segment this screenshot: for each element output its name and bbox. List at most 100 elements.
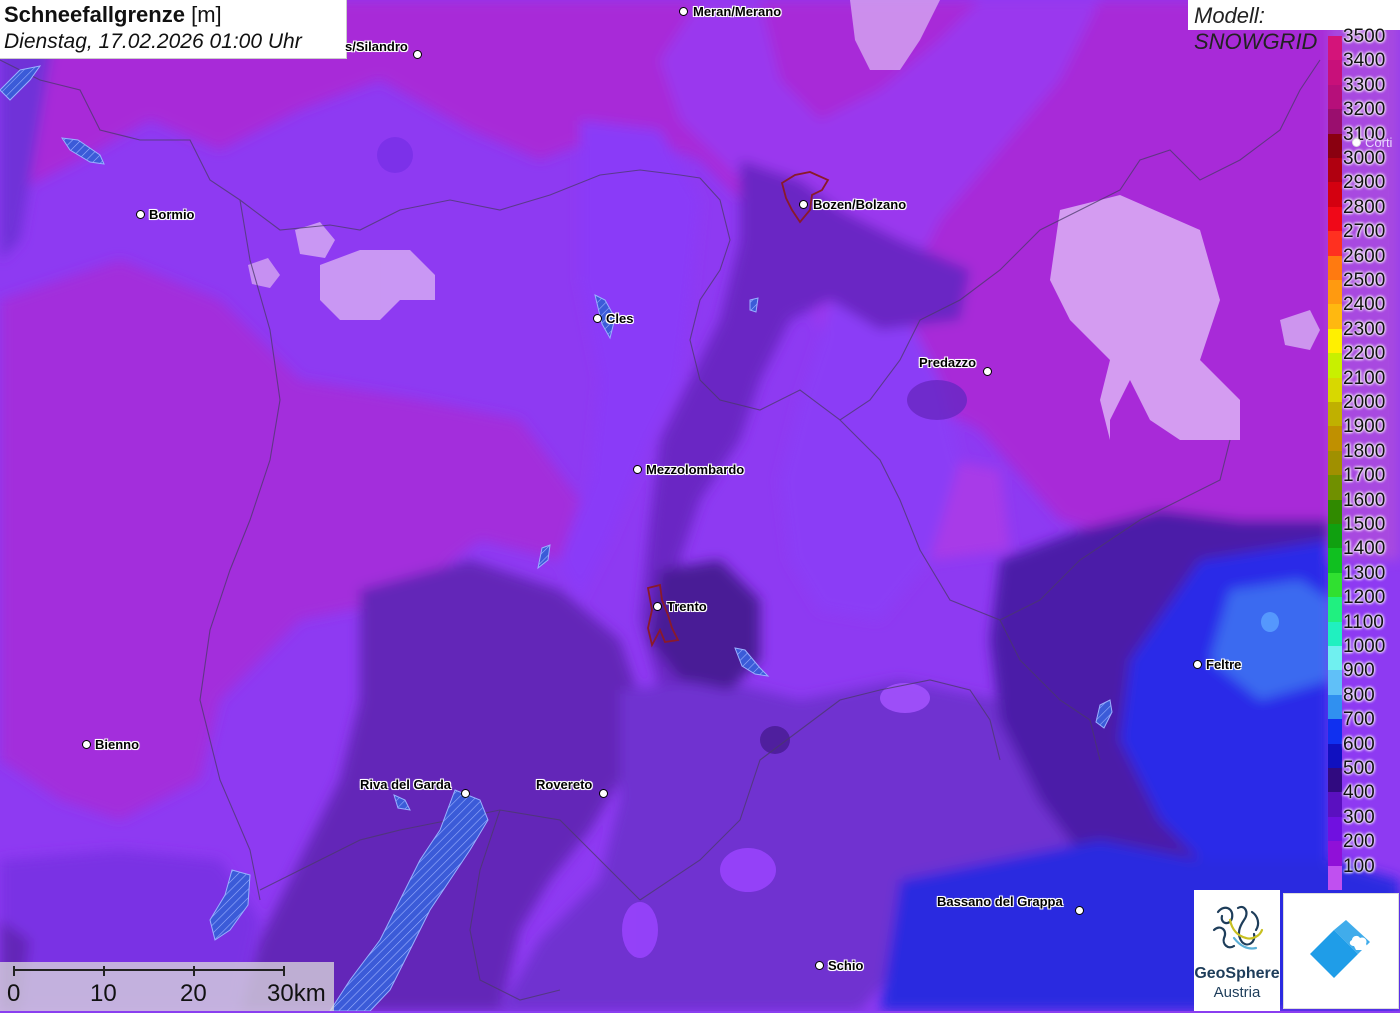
city-marker-corti[interactable] [1352,138,1361,147]
map-title-box: Schneefallgrenze [m] Dienstag, 17.02.202… [0,0,347,59]
city-label-s-silandro: s/Silandro [345,39,408,54]
legend-label: 2400 [1343,294,1386,316]
legend-label: 1900 [1343,416,1386,438]
color-legend: 3500 3400 3300 3200 3100 3000 2900 2800 2700 2600… [1328,27,1400,890]
legend-row-2900: 2900 [1328,171,1400,207]
title-unit: [m] [191,2,222,27]
legend-row-2700: 2700 [1328,220,1400,256]
legend-label: 1200 [1343,587,1386,609]
legend-swatch [1328,865,1342,890]
legend-label: 100 [1343,855,1375,877]
city-marker-meran-merano[interactable] [679,7,688,16]
snowfall-line-map[interactable] [0,0,1400,1011]
geosphere-swirl-icon [1212,905,1264,950]
legend-label: 800 [1343,684,1375,706]
city-marker-bassano-del-grappa[interactable] [1075,906,1084,915]
legend-row-2000: 2000 [1328,391,1400,427]
city-label-rovereto: Rovereto [536,777,593,792]
legend-row-2400: 2400 [1328,293,1400,329]
city-marker-predazzo[interactable] [983,367,992,376]
city-marker-cles[interactable] [593,314,602,323]
legend-label: 3300 [1343,74,1386,96]
legend-row-800: 800 [1328,684,1400,720]
cloud-diamond-icon [1310,920,1370,978]
legend-row-3200: 3200 [1328,98,1400,134]
legend-row-1500: 1500 [1328,513,1400,549]
city-label-bienno: Bienno [95,737,140,752]
legend-row-1200: 1200 [1328,586,1400,622]
legend-label: 2900 [1343,172,1386,194]
legend-row-2200: 2200 [1328,342,1400,378]
legend-row-500: 500 [1328,757,1400,793]
legend-label: 2000 [1343,392,1386,413]
legend-row-2500: 2500 [1328,269,1400,305]
geosphere-logo[interactable]: GeoSphere Austria [1194,890,1280,1011]
city-label-bozen-bolzano: Bozen/Bolzano [813,197,907,212]
scale-label-30km: 30km [267,980,326,1007]
legend-row-2800: 2800 [1328,196,1400,232]
legend-row-2100: 2100 [1328,367,1400,402]
city-label-schio: Schio [828,958,864,973]
city-label-mezzolombardo: Mezzolombardo [646,462,745,477]
legend-label: 2200 [1343,343,1386,365]
legend-row-1400: 1400 [1328,537,1400,573]
legend-label: 2700 [1343,221,1386,243]
city-marker-bienno[interactable] [82,740,91,749]
city-marker-riva-del-garda[interactable] [461,789,470,798]
legend-row-200: 200 [1328,830,1400,866]
legend-row-3400: 3400 [1328,49,1400,85]
legend-label: 1400 [1343,538,1386,560]
legend-label: 600 [1343,733,1375,755]
city-marker-trento[interactable] [653,602,662,611]
scale-label-0: 0 [7,980,21,1007]
legend-label: 2500 [1343,270,1386,291]
city-label-predazzo: Predazzo [919,355,977,370]
map-title: Schneefallgrenze [m] [4,2,340,28]
scale-label-10: 10 [90,980,117,1007]
legend-row-600: 600 [1328,733,1400,768]
city-marker-feltre[interactable] [1193,660,1202,669]
city-label-corti: Corti [1365,135,1393,150]
legend-row-1700: 1700 [1328,464,1400,500]
city-marker-s-silandro[interactable] [413,50,422,59]
legend-row-2600: 2600 [1328,245,1400,280]
legend-label: 2800 [1343,196,1386,218]
legend-label: 3200 [1343,99,1386,121]
legend-label: 500 [1343,758,1375,779]
legend-row-2300: 2300 [1328,318,1400,354]
geosphere-logo-line2: Austria [1213,984,1261,1001]
weather-app-logo[interactable] [1283,893,1399,1009]
city-marker-mezzolombardo[interactable] [633,465,642,474]
legend-label: 1600 [1343,489,1386,511]
scale-bar: 0 10 20 30km [0,962,334,1011]
legend-label: 2600 [1343,245,1386,267]
city-label-meran-merano: Meran/Merano [693,4,782,19]
legend-label: 1800 [1343,440,1386,462]
city-label-riva-del-garda: Riva del Garda [360,777,452,792]
city-label-feltre: Feltre [1206,657,1242,672]
legend-row-1800: 1800 [1328,440,1400,476]
city-marker-bozen-bolzano[interactable] [799,200,808,209]
legend-label: 3400 [1343,50,1386,72]
legend-row-900: 900 [1328,659,1400,695]
legend-row-1900: 1900 [1328,415,1400,451]
city-marker-bormio[interactable] [136,210,145,219]
legend-label: 1500 [1343,514,1386,535]
legend-label: 300 [1343,806,1375,828]
city-marker-schio[interactable] [815,961,824,970]
legend-label: 400 [1343,782,1375,804]
legend-label: 2100 [1343,367,1386,389]
legend-row-1600: 1600 [1328,489,1400,524]
legend-label: 700 [1343,709,1375,731]
legend-label: 2300 [1343,318,1386,340]
city-label-bassano-del-grappa: Bassano del Grappa [937,894,1063,909]
legend-row-300: 300 [1328,806,1400,842]
legend-label: 1100 [1343,611,1384,633]
legend-row-1300: 1300 [1328,562,1400,598]
legend-label: 3500 [1343,26,1386,47]
legend-label: 1000 [1343,636,1386,657]
legend-row-100: 100 [1328,855,1400,890]
city-marker-rovereto[interactable] [599,789,608,798]
legend-row-1100: 1100 [1328,611,1400,646]
legend-label: 900 [1343,660,1375,682]
